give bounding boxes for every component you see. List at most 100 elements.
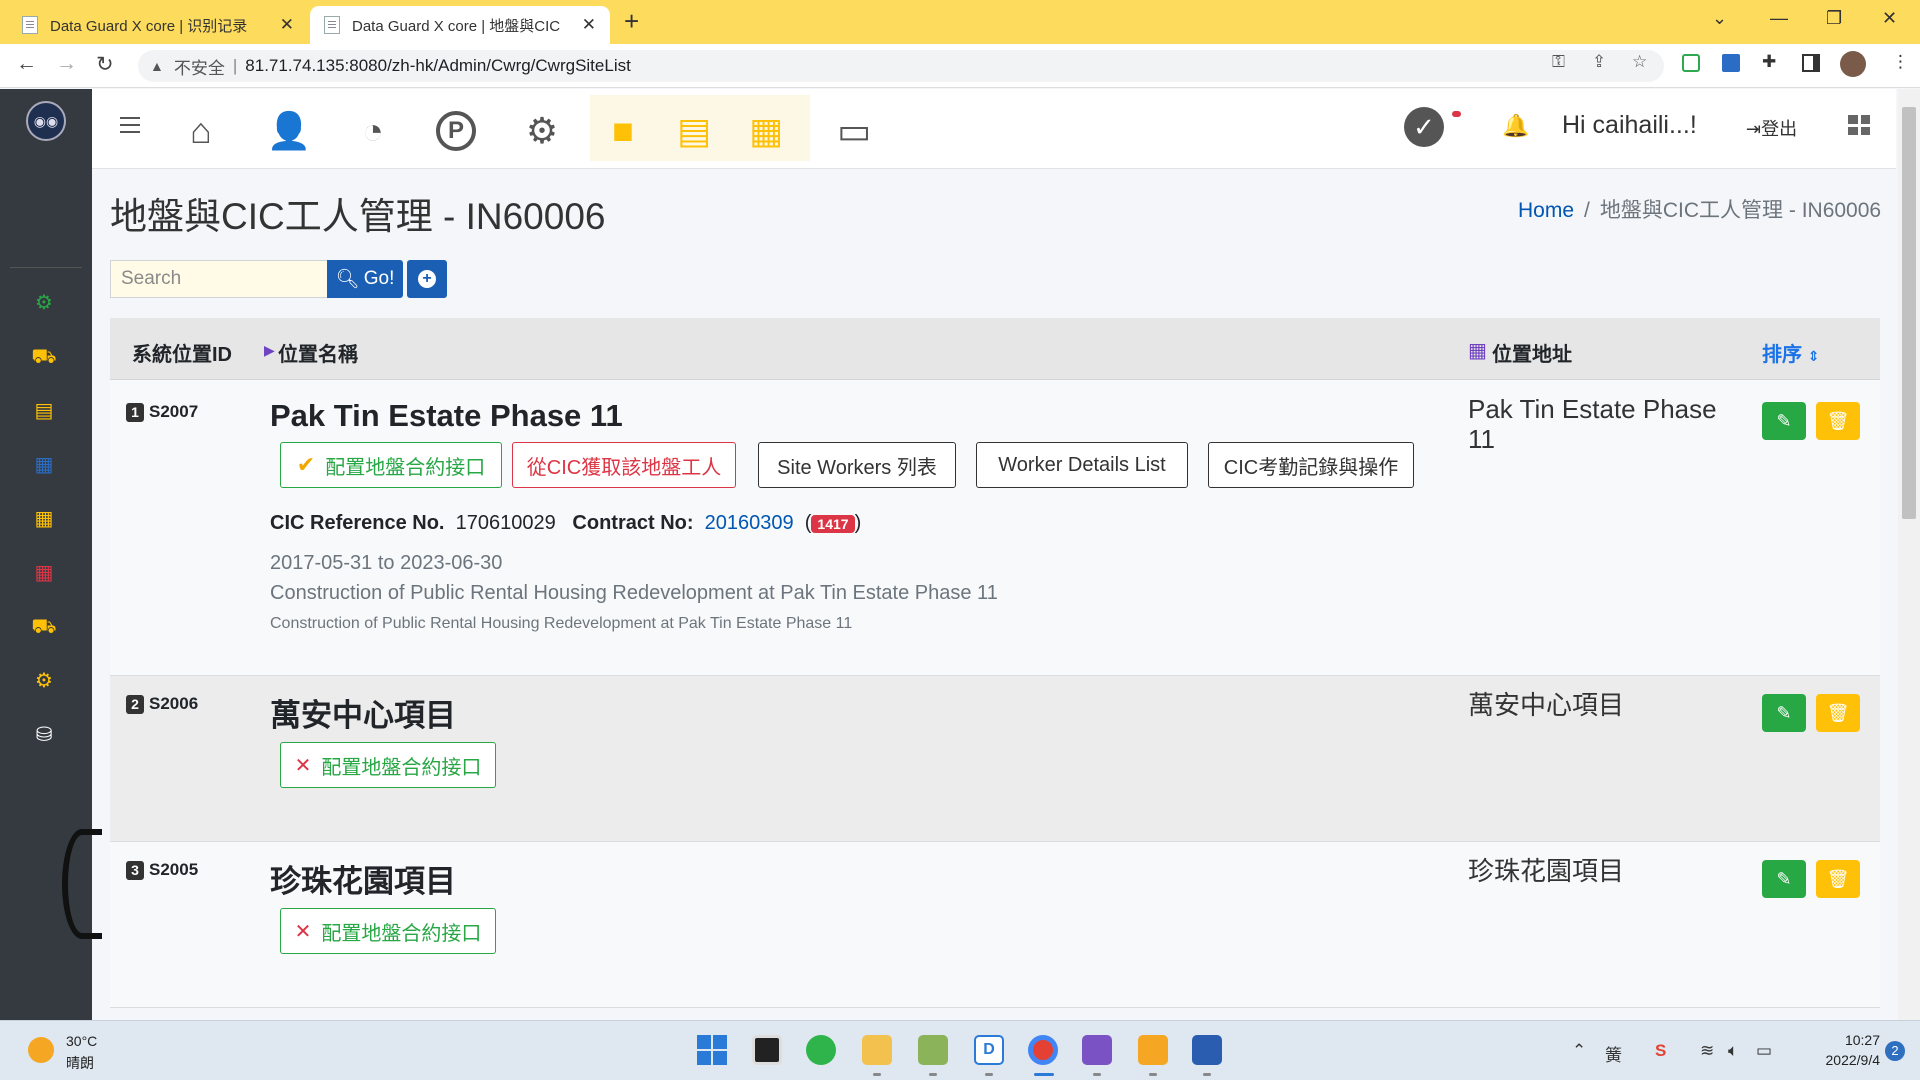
check-circle-icon[interactable]: ✓: [1404, 107, 1444, 147]
contract-no-link[interactable]: 20160309: [705, 512, 794, 534]
notepad-app-icon[interactable]: [918, 1035, 948, 1065]
page-favicon-icon: [324, 16, 340, 34]
worker-details-button[interactable]: Worker Details List: [976, 442, 1188, 488]
file-icon[interactable]: ▤: [676, 111, 712, 151]
configure-contract-button[interactable]: ✕ 配置地盤合約接口: [280, 742, 496, 788]
notification-count-badge[interactable]: 2: [1885, 1041, 1905, 1061]
visual-studio-icon[interactable]: [1082, 1035, 1112, 1065]
table-row: 2 S2006 萬安中心項目 ✕ 配置地盤合約接口 萬安中心項目 ✎ 🗑︎: [110, 676, 1880, 842]
search-input[interactable]: [110, 260, 328, 298]
profile-avatar[interactable]: [1840, 51, 1866, 77]
dj-app-icon[interactable]: D: [974, 1035, 1004, 1065]
browser-tab-active[interactable]: Data Guard X core | 地盤與CIC ✕: [310, 6, 610, 44]
scrollbar-thumb[interactable]: [1902, 107, 1916, 519]
orange-app-icon[interactable]: [1138, 1035, 1168, 1065]
site-workers-button[interactable]: Site Workers 列表: [758, 442, 956, 488]
edit-button[interactable]: ✎: [1762, 694, 1806, 732]
window-close-button[interactable]: ✕: [1882, 8, 1897, 29]
sidebar-toolbox-icon[interactable]: ⛟: [30, 345, 58, 369]
menu-icon[interactable]: ⋮: [1892, 52, 1909, 72]
puzzle-icon[interactable]: ✚: [1762, 52, 1776, 72]
reload-icon[interactable]: ↻: [96, 52, 114, 77]
breadcrumb-home-link[interactable]: Home: [1518, 199, 1574, 222]
new-tab-button[interactable]: +: [624, 6, 639, 37]
dashboard-gauge-icon[interactable]: ◔: [350, 111, 396, 151]
warning-icon[interactable]: ▲: [150, 58, 164, 74]
hamburger-menu-icon[interactable]: [120, 117, 140, 133]
delete-button[interactable]: 🗑︎: [1816, 694, 1860, 732]
address-bar[interactable]: ▲ 不安全 | 81.71.74.135:8080/zh-hk/Admin/Cw…: [138, 50, 1664, 82]
key-icon[interactable]: ⚿: [1552, 52, 1565, 72]
contract-dates: 2017-05-31 to 2023-06-30: [270, 552, 503, 574]
remote-desktop-icon[interactable]: [1192, 1035, 1222, 1065]
configure-contract-button[interactable]: ✕ 配置地盤合約接口: [280, 908, 496, 954]
parking-icon[interactable]: P: [436, 111, 476, 151]
sticky-note-icon[interactable]: ■: [604, 111, 642, 151]
add-user-icon[interactable]: 👤: [262, 111, 316, 151]
edit-button[interactable]: ✎: [1762, 860, 1806, 898]
search-go-button[interactable]: 🔍︎ Go!: [327, 260, 403, 298]
add-site-button[interactable]: +: [407, 260, 447, 298]
sidebar-calendar-icon[interactable]: ▦: [30, 453, 58, 477]
sort-header[interactable]: 排序 ⇕: [1762, 338, 1819, 367]
app-tray-icon[interactable]: S: [1655, 1041, 1666, 1061]
close-icon[interactable]: ✕: [280, 15, 294, 35]
breadcrumb-current: 地盤與CIC工人管理 - IN60006: [1599, 199, 1882, 222]
task-view-icon[interactable]: [752, 1035, 782, 1065]
monitor-icon[interactable]: ▭: [828, 111, 880, 151]
delete-button[interactable]: 🗑︎: [1816, 402, 1860, 440]
logout-link[interactable]: ⇥登出: [1746, 115, 1797, 141]
minimize-button[interactable]: —: [1770, 8, 1788, 29]
user-greeting[interactable]: Hi caihaili...!: [1562, 111, 1697, 140]
sidebar-card-icon[interactable]: ▤: [30, 399, 58, 423]
browser-tab[interactable]: Data Guard X core | 识别记录 ✕: [8, 6, 308, 44]
weather-desc[interactable]: 晴朗: [66, 1053, 94, 1073]
sidebar-table-red-icon[interactable]: ▦: [30, 561, 58, 585]
calendar-icon[interactable]: ▦: [746, 111, 786, 151]
bookmark-star-icon[interactable]: ☆: [1632, 52, 1647, 72]
sidebar-cogs-yellow-icon[interactable]: ⚙: [30, 669, 58, 693]
cic-attendance-button[interactable]: CIC考勤記錄與操作: [1208, 442, 1414, 488]
battery-icon[interactable]: ▭: [1756, 1041, 1772, 1061]
settings-cogs-icon[interactable]: ⚙: [516, 111, 568, 151]
chrome-icon[interactable]: [1028, 1035, 1058, 1065]
volume-icon[interactable]: 🔈︎: [1728, 1041, 1738, 1061]
ime-indicator[interactable]: 簧: [1605, 1041, 1622, 1066]
wifi-icon[interactable]: ≋: [1700, 1041, 1714, 1061]
chevron-up-icon[interactable]: ⌃: [1572, 1041, 1586, 1061]
bell-icon[interactable]: 🔔: [1502, 113, 1529, 139]
start-icon[interactable]: [697, 1035, 727, 1065]
calendar-header-icon: ▦: [1468, 340, 1487, 362]
wechat-icon[interactable]: [806, 1035, 836, 1065]
clock-time[interactable]: 10:27: [1810, 1032, 1880, 1048]
side-panel-icon[interactable]: [1802, 54, 1820, 72]
sidebar-cogs-icon[interactable]: ⚙: [30, 291, 58, 315]
back-icon[interactable]: ←: [16, 52, 37, 76]
vertical-scrollbar[interactable]: [1898, 89, 1920, 1020]
app-logo[interactable]: ◉◉: [26, 101, 66, 141]
close-icon[interactable]: ✕: [582, 15, 596, 35]
tab-search-icon[interactable]: ⌄: [1712, 8, 1727, 29]
file-explorer-icon[interactable]: [862, 1035, 892, 1065]
edit-button[interactable]: ✎: [1762, 402, 1806, 440]
pencil-icon: ✎: [1776, 868, 1792, 889]
sun-icon[interactable]: [28, 1037, 54, 1063]
configure-contract-button[interactable]: ✔ 配置地盤合約接口: [280, 442, 502, 488]
clock-date[interactable]: 2022/9/4: [1800, 1052, 1881, 1068]
row-index: 1: [126, 402, 144, 422]
forward-icon[interactable]: →: [56, 52, 77, 76]
sidebar-database-icon[interactable]: ⛁: [30, 723, 58, 747]
site-id: S2006: [149, 694, 199, 713]
apps-grid-icon[interactable]: [1848, 115, 1870, 135]
restore-button[interactable]: ❐: [1826, 8, 1842, 29]
site-id-cell: 3 S2005: [126, 860, 198, 880]
share-icon[interactable]: ⇪: [1592, 52, 1606, 72]
sidebar-truck-icon[interactable]: ⛟: [30, 615, 58, 639]
home-icon[interactable]: ⌂: [178, 111, 224, 151]
delete-button[interactable]: 🗑︎: [1816, 860, 1860, 898]
extension-blue-icon[interactable]: [1722, 54, 1740, 72]
fetch-cic-workers-button[interactable]: 從CIC獲取該地盤工人: [512, 442, 736, 488]
sidebar-table-icon[interactable]: ▦: [30, 507, 58, 531]
weather-temp[interactable]: 30°C: [66, 1033, 97, 1049]
extension-tv-icon[interactable]: [1682, 54, 1700, 72]
